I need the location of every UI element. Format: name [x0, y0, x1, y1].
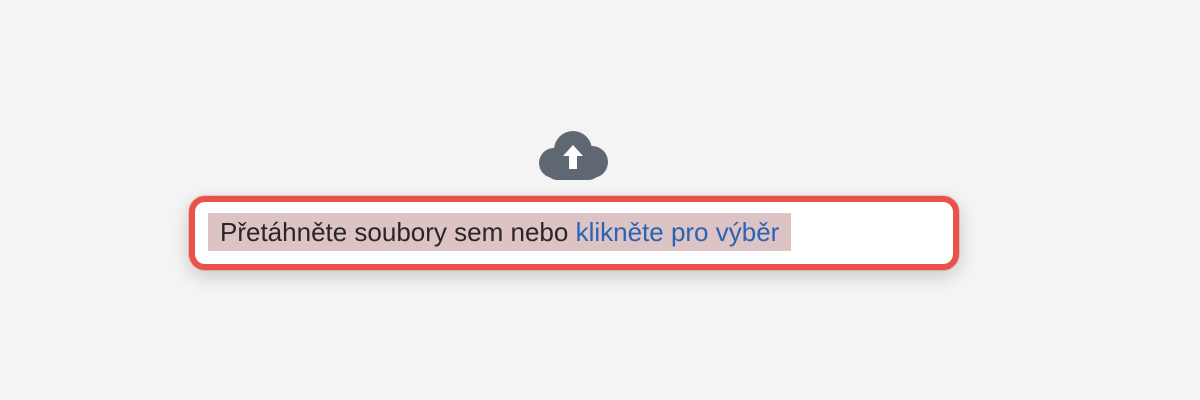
cloud-upload-icon — [536, 128, 610, 184]
dropzone-prompt-text: Přetáhněte soubory sem nebo — [220, 217, 576, 247]
dropzone-prompt: Přetáhněte soubory sem nebo klikněte pro… — [208, 213, 792, 251]
file-dropzone[interactable]: Přetáhněte soubory sem nebo klikněte pro… — [0, 0, 1200, 400]
browse-files-link[interactable]: klikněte pro výběr — [576, 217, 780, 247]
